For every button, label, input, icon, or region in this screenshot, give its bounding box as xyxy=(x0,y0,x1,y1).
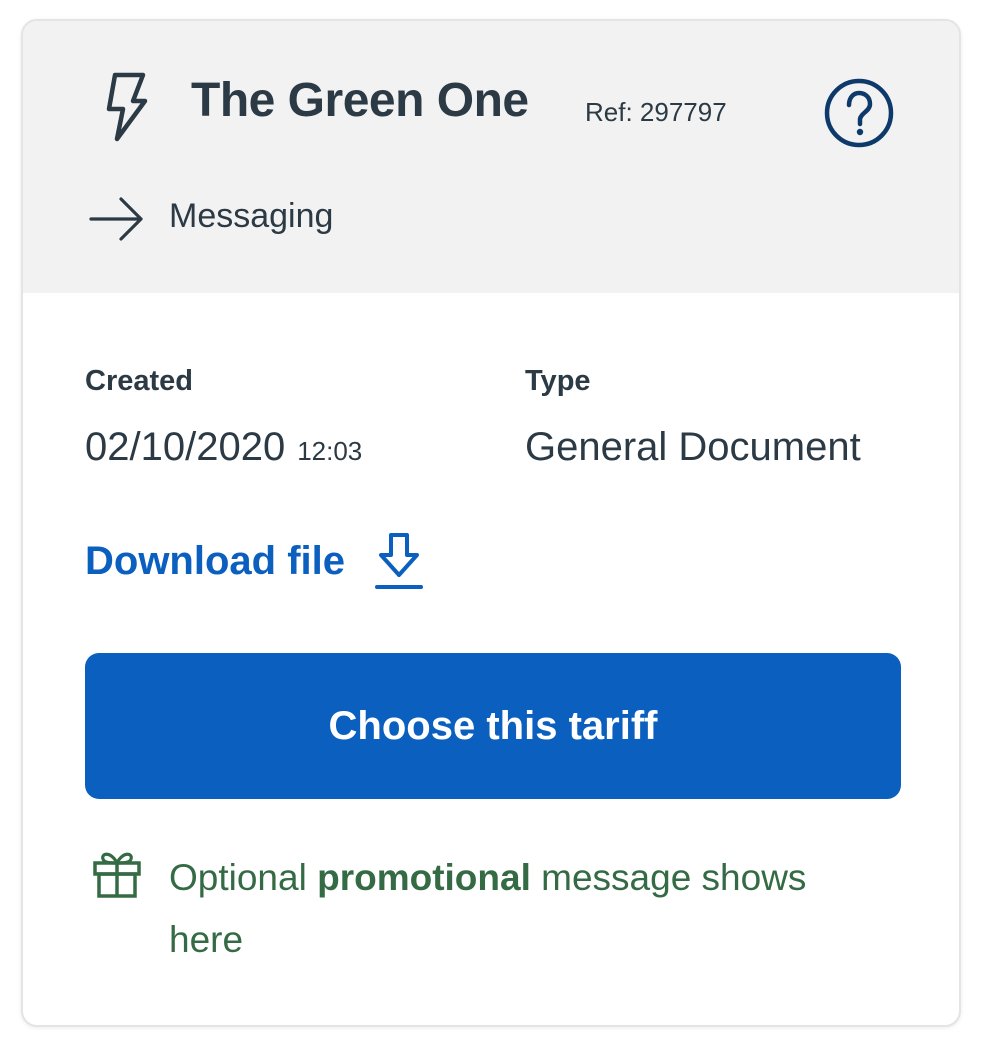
download-file-link[interactable]: Download file xyxy=(85,531,425,591)
promo-highlight: promotional xyxy=(317,857,531,898)
type-value: General Document xyxy=(525,425,861,469)
reference-number: Ref: 297797 xyxy=(585,97,727,127)
choose-tariff-button[interactable]: Choose this tariff xyxy=(85,653,901,799)
arrow-right-icon xyxy=(89,197,143,241)
type-label: Type xyxy=(525,365,591,397)
created-date: 02/10/2020 xyxy=(85,425,286,469)
created-value: 02/10/2020 12:03 xyxy=(85,425,362,470)
promo-prefix: Optional xyxy=(169,857,318,898)
tariff-title: The Green One xyxy=(191,74,529,127)
question-circle-icon[interactable] xyxy=(823,77,895,149)
promotional-message: Optional promotional message shows here xyxy=(169,847,889,971)
tariff-card: The Green One Ref: 297797 Messaging Crea… xyxy=(21,19,961,1027)
download-arrow-icon xyxy=(375,533,423,589)
gift-icon xyxy=(93,852,141,898)
download-file-label: Download file xyxy=(85,538,345,583)
created-time: 12:03 xyxy=(297,436,363,466)
created-label: Created xyxy=(85,365,193,397)
category-label: Messaging xyxy=(169,197,334,235)
card-header: The Green One Ref: 297797 Messaging xyxy=(23,21,959,293)
lightning-bolt-icon xyxy=(106,72,148,142)
